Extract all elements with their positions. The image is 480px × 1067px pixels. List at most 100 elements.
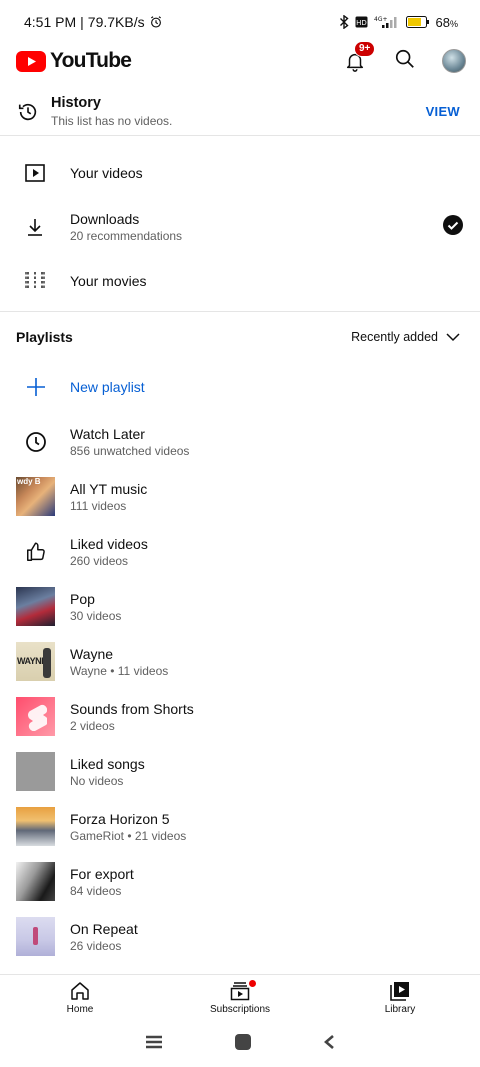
history-row[interactable]: History This list has no videos. VIEW [0, 88, 480, 136]
account-avatar[interactable] [442, 49, 466, 73]
playlist-subtitle: 856 unwatched videos [70, 443, 190, 458]
playlist-item-forza-horizon-5[interactable]: Forza Horizon 5 GameRiot • 21 videos [0, 799, 480, 854]
status-separator: | [80, 14, 84, 30]
film-icon [24, 271, 46, 291]
subscriptions-icon [230, 981, 250, 1000]
history-subtitle: This list has no videos. [51, 114, 173, 128]
playlist-title: Forza Horizon 5 [70, 810, 170, 827]
playlist-item-sounds-from-shorts[interactable]: Sounds from Shorts 2 videos [0, 689, 480, 744]
playlist-title: For export [70, 865, 134, 882]
playlist-title: All YT music [70, 480, 148, 497]
history-icon [16, 101, 40, 123]
sort-label: Recently added [351, 330, 438, 344]
nav-library-label: Library [384, 1003, 416, 1015]
youtube-play-logo-icon [16, 50, 46, 72]
sort-dropdown[interactable]: Recently added [351, 330, 460, 344]
bluetooth-icon [339, 15, 349, 29]
history-view-button[interactable]: VIEW [426, 104, 460, 119]
menu-button[interactable] [145, 1035, 163, 1054]
new-playlist-item[interactable]: New playlist [0, 359, 480, 414]
svg-text:4G+: 4G+ [374, 16, 388, 23]
search-button[interactable] [394, 48, 416, 75]
section-divider [0, 311, 480, 312]
playlist-title: Watch Later [70, 425, 145, 442]
playlist-title: Liked videos [70, 535, 148, 552]
app-header: YouTube 9+ [0, 41, 480, 78]
playlist-thumbnail [16, 697, 55, 736]
plus-icon [16, 367, 55, 406]
playlist-item-watch-later[interactable]: Watch Later 856 unwatched videos [0, 414, 480, 469]
new-playlist-label: New playlist [70, 378, 145, 395]
playlist-item-liked-videos[interactable]: Liked videos 260 videos [0, 524, 480, 579]
hd-icon: HD [355, 16, 368, 28]
status-network-speed: 79.7KB/s [87, 14, 145, 30]
battery-level: 68% [435, 14, 458, 30]
downloads-subtitle: 20 recommendations [70, 229, 183, 243]
playlist-item-for-export[interactable]: For export 84 videos [0, 854, 480, 909]
playlist-item-wayne[interactable]: WAYNE Wayne Wayne • 11 videos [0, 634, 480, 689]
notifications-button[interactable]: 9+ [344, 41, 376, 73]
playlist-subtitle: 260 videos [70, 553, 129, 568]
nav-subscriptions-label: Subscriptions [209, 1003, 271, 1015]
clock-icon [16, 422, 55, 461]
playlist-thumbnail [16, 862, 55, 901]
back-button[interactable] [323, 1034, 335, 1055]
playlist-thumbnail [16, 752, 55, 791]
chevron-down-icon [446, 332, 460, 341]
playlist-item-liked-songs[interactable]: Liked songs No videos [0, 744, 480, 799]
nav-home[interactable]: Home [0, 975, 160, 1020]
playlist-subtitle: 84 videos [70, 883, 122, 898]
downloads-item[interactable]: Downloads 20 recommendations [0, 200, 480, 254]
playlist-subtitle: 26 videos [70, 938, 122, 953]
your-movies-item[interactable]: Your movies [0, 254, 480, 308]
playlist-title: Wayne [70, 645, 114, 662]
playlist-subtitle: GameRiot • 21 videos [70, 828, 187, 843]
subscriptions-new-dot [249, 980, 256, 987]
status-time: 4:51 PM [24, 14, 77, 30]
back-arrow-icon [323, 1035, 334, 1049]
bottom-navigation: Home Subscriptions Library [0, 974, 480, 1020]
status-bar: 4:51 PM | 79.7KB/s HD 4G+ 68% [0, 0, 480, 44]
nav-subscriptions[interactable]: Subscriptions [160, 975, 320, 1020]
playlist-subtitle: 30 videos [70, 608, 122, 623]
nav-library[interactable]: Library [320, 975, 480, 1020]
battery-icon [405, 16, 430, 28]
playlist-thumbnail: WAYNE [16, 642, 55, 681]
header-actions: 9+ [344, 41, 466, 75]
your-videos-label: Your videos [70, 165, 143, 181]
menu-icon [146, 1035, 163, 1049]
library-icon [390, 981, 409, 1001]
history-title: History [51, 95, 101, 111]
playlist-item-all-yt-music[interactable]: wdy B All YT music 111 videos [0, 469, 480, 524]
youtube-logo[interactable]: YouTube [16, 49, 132, 73]
playlist-subtitle: Wayne • 11 videos [70, 663, 169, 678]
playlist-title: Pop [70, 590, 95, 607]
home-button[interactable] [234, 1033, 252, 1056]
download-icon [24, 217, 46, 237]
playlist-title: Sounds from Shorts [70, 700, 194, 717]
nav-home-label: Home [66, 1003, 94, 1015]
playlist-item-pop[interactable]: Pop 30 videos [0, 579, 480, 634]
playlist-subtitle: 2 videos [70, 718, 115, 733]
search-icon [395, 49, 414, 68]
thumbnail-caption: wdy B [17, 477, 41, 486]
status-right: HD 4G+ 68% [339, 15, 458, 30]
status-left: 4:51 PM | 79.7KB/s [24, 14, 163, 30]
playlist-thumbnail [16, 807, 55, 846]
system-navigation-bar [0, 1022, 480, 1067]
play-box-icon [24, 164, 46, 182]
playlist-thumbnail [16, 917, 55, 956]
playlist-title: Liked songs [70, 755, 145, 772]
thumbnail-figure [33, 927, 38, 945]
thumbs-up-icon [16, 532, 55, 571]
shorts-logo-icon [27, 704, 47, 731]
library-list: Your videos Downloads 20 recommendations… [0, 146, 480, 308]
your-videos-item[interactable]: Your videos [0, 146, 480, 200]
thumbnail-figure [43, 648, 51, 678]
playlist-item-on-repeat[interactable]: On Repeat 26 videos [0, 909, 480, 964]
playlists-heading: Playlists [16, 329, 73, 345]
logo-text: YouTube [50, 49, 132, 72]
your-movies-label: Your movies [70, 273, 147, 289]
playlist-subtitle: No videos [70, 773, 124, 788]
playlist-title: On Repeat [70, 920, 138, 937]
